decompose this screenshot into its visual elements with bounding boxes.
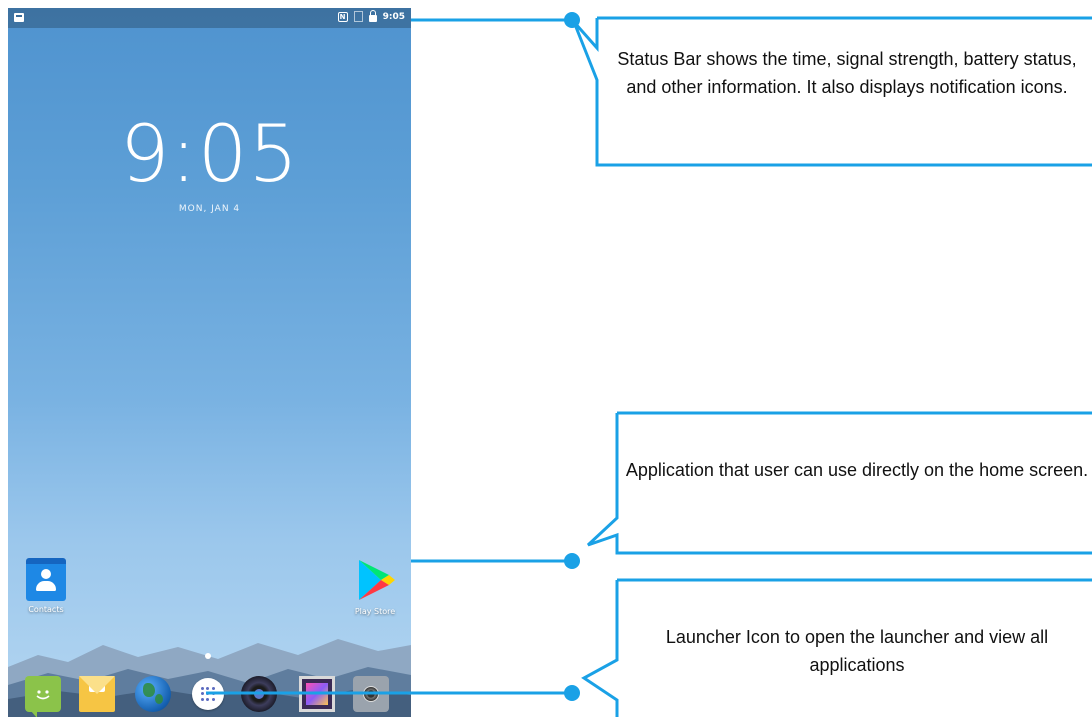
app-callout-dot: [564, 553, 580, 569]
email-icon[interactable]: @: [79, 676, 115, 712]
play-store-app[interactable]: Play Store: [345, 557, 405, 616]
play-store-icon[interactable]: [353, 557, 397, 603]
no-sim-icon: [353, 11, 363, 22]
status-icons: N 9:05: [337, 9, 405, 22]
contacts-label: Contacts: [28, 605, 64, 614]
page-indicator: [205, 653, 211, 659]
status-bar: N 9:05: [8, 8, 411, 28]
dock: @: [8, 668, 411, 717]
launcher-icon[interactable]: [192, 678, 224, 710]
status-time: 9:05: [382, 11, 405, 22]
launcher-callout-dot: [564, 685, 580, 701]
launcher-callout-text: Launcher Icon to open the launcher and v…: [665, 627, 1049, 675]
camera2-icon[interactable]: [353, 676, 389, 712]
lock-icon: [368, 9, 377, 22]
messaging-icon[interactable]: [25, 676, 61, 717]
phone-screen: N 9:05 9:05 MON, JAN 4 Contacts Play Sto…: [8, 8, 411, 717]
contacts-app[interactable]: Contacts: [16, 558, 76, 614]
status-callout-dot: [564, 12, 580, 28]
nfc-icon: N: [337, 11, 348, 22]
browser-icon[interactable]: [135, 676, 171, 712]
contacts-icon[interactable]: [26, 558, 66, 601]
play-store-label: Play Store: [354, 607, 396, 616]
notification-icon: [14, 13, 24, 22]
clock-widget-time[interactable]: 9:05: [8, 116, 411, 194]
home-app-callout-text: Application that user can use directly o…: [625, 460, 1089, 480]
camera-icon[interactable]: [241, 676, 277, 712]
clock-widget-date: MON, JAN 4: [178, 204, 241, 214]
status-bar-callout-text: Status Bar shows the time, signal streng…: [617, 49, 1077, 97]
gallery-icon[interactable]: [299, 676, 335, 712]
